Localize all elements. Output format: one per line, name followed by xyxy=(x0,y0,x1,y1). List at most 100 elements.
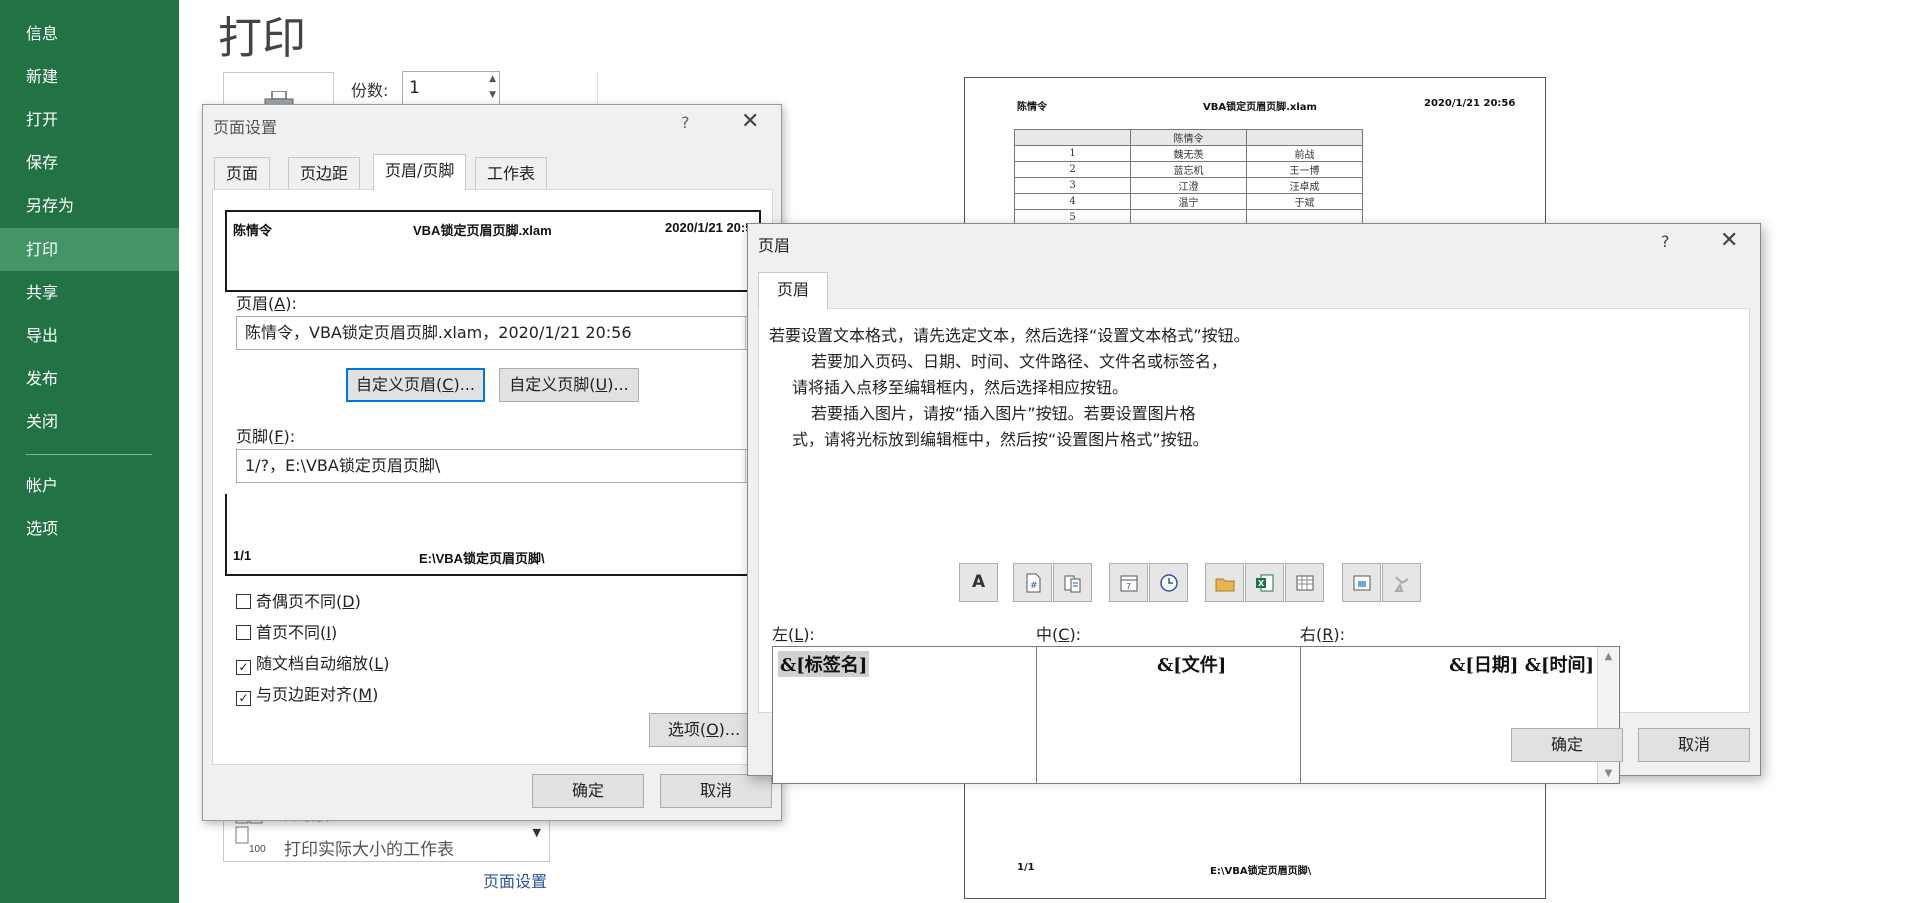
number-of-pages-icon xyxy=(1064,575,1081,593)
tab-sheet[interactable]: 工作表 xyxy=(475,157,548,189)
chevron-down-icon: ▼ xyxy=(532,826,541,839)
footer-select[interactable]: 1/?，E:\VBA锁定页眉页脚\ ▼ xyxy=(236,449,766,483)
nav-export[interactable]: 导出 xyxy=(0,314,179,357)
right-section-editor[interactable]: &[日期] &[时间] ▲ ▼ xyxy=(1300,646,1620,784)
scrollbar[interactable]: ▲▼ xyxy=(1597,647,1619,783)
table-row: 陈情令 xyxy=(1014,129,1363,146)
tab-header-footer[interactable]: 页眉/页脚 xyxy=(373,154,467,190)
scroll-down-icon[interactable]: ▼ xyxy=(1598,768,1619,779)
checkbox-align-margins[interactable]: ✓ 与页边距对齐(M) xyxy=(236,681,378,706)
insert-picture-button[interactable] xyxy=(1342,563,1381,602)
dialog-title: 页眉 xyxy=(758,236,791,255)
dialog-title: 页面设置 xyxy=(213,118,278,137)
time-icon xyxy=(1160,574,1178,592)
tab-margins[interactable]: 页边距 xyxy=(288,157,361,189)
svg-text:7: 7 xyxy=(1126,582,1131,591)
backstage-sidebar: 信息 新建 打开 保存 另存为 打印 共享 导出 发布 关闭 帐户 选项 xyxy=(0,0,179,903)
table-row: 4 温宁 于斌 xyxy=(1014,193,1363,210)
checkbox-first-page-box[interactable] xyxy=(236,625,251,640)
center-section-label: 中(C): xyxy=(1036,625,1082,644)
preview-table: 陈情令 1 魏无羡 前战 2 蓝忘机 王一博 3 江澄 汪卓成 4 温宁 于斌 5 xyxy=(1014,129,1363,226)
header-footer-panel: 陈情令 VBA锁定页眉页脚.xlam 2020/1/21 20:56 页眉(A)… xyxy=(212,189,773,765)
nav-save-as[interactable]: 另存为 xyxy=(0,184,179,227)
nav-divider xyxy=(26,454,152,455)
close-icon[interactable]: ✕ xyxy=(1720,228,1738,253)
insert-time-button[interactable] xyxy=(1149,563,1188,602)
help-icon[interactable]: ? xyxy=(1661,232,1670,251)
nav-save[interactable]: 保存 xyxy=(0,141,179,184)
nav-options[interactable]: 选项 xyxy=(0,507,179,550)
insert-sheet-name-button[interactable] xyxy=(1285,563,1324,602)
center-section-text: &[文件] xyxy=(1157,655,1227,676)
nav-close[interactable]: 关闭 xyxy=(0,400,179,443)
tab-header[interactable]: 页眉 xyxy=(758,272,829,309)
preview-footer-center: E:\VBA锁定页眉页脚\ xyxy=(1210,866,1312,877)
scroll-up-icon[interactable]: ▲ xyxy=(1598,651,1619,662)
footer-preview-center: E:\VBA锁定页眉页脚\ xyxy=(419,551,545,566)
copies-value: 1 xyxy=(409,78,420,98)
header-field-label: 页眉(A): xyxy=(236,294,297,313)
date-icon: 7 xyxy=(1120,575,1138,592)
nav-new[interactable]: 新建 xyxy=(0,55,179,98)
format-text-icon: A xyxy=(972,572,986,592)
instruction-line: 请将插入点移至编辑框内，然后选择相应按钮。 xyxy=(792,378,1129,397)
insert-picture-icon xyxy=(1353,575,1371,591)
spin-down-icon[interactable]: ▼ xyxy=(489,88,496,102)
spin-up-icon[interactable]: ▲ xyxy=(489,72,496,86)
right-section-text: &[日期] &[时间] xyxy=(1449,655,1594,676)
scaling-description: 打印实际大小的工作表 xyxy=(284,840,454,860)
instruction-line: 若要设置文本格式，请先选定文本，然后选择“设置文本格式”按钮。 xyxy=(769,326,1250,345)
cancel-button[interactable]: 取消 xyxy=(1638,728,1750,762)
header-select-value: 陈情令，VBA锁定页眉页脚.xlam，2020/1/21 20:56 xyxy=(245,323,632,342)
header-preview-center: VBA锁定页眉页脚.xlam xyxy=(413,223,552,238)
svg-text:#: # xyxy=(1030,581,1038,591)
table-row: 1 魏无羡 前战 xyxy=(1014,145,1363,162)
ok-button[interactable]: 确定 xyxy=(532,774,644,808)
file-path-icon xyxy=(1215,578,1235,592)
checkmark-icon[interactable]: ✓ xyxy=(236,660,251,675)
custom-footer-button[interactable]: 自定义页脚(U)... xyxy=(499,368,639,402)
preview-footer-left: 1/1 xyxy=(1017,862,1035,873)
tab-page[interactable]: 页面 xyxy=(214,157,271,189)
file-name-icon: X xyxy=(1256,574,1274,592)
format-picture-icon xyxy=(1394,576,1409,592)
page-setup-link[interactable]: 页面设置 xyxy=(483,868,547,892)
page-number-icon: # xyxy=(1026,573,1041,593)
copies-input[interactable]: 1 ▲ ▼ xyxy=(402,71,500,106)
header-select[interactable]: 陈情令，VBA锁定页眉页脚.xlam，2020/1/21 20:56 ▼ xyxy=(236,316,766,350)
cancel-button[interactable]: 取消 xyxy=(660,774,772,808)
instruction-line: 若要插入图片，请按“插入图片”按钮。若要设置图片格 xyxy=(811,404,1196,423)
options-button[interactable]: 选项(O)... xyxy=(649,713,759,747)
checkbox-odd-even-box[interactable] xyxy=(236,594,251,609)
insert-file-path-button[interactable] xyxy=(1205,563,1244,602)
format-picture-button[interactable] xyxy=(1382,563,1421,602)
insert-page-count-button[interactable] xyxy=(1053,563,1092,602)
nav-info[interactable]: 信息 xyxy=(0,12,179,55)
left-section-text: &[标签名] xyxy=(778,651,870,677)
right-section-label: 右(R): xyxy=(1300,625,1346,644)
left-section-label: 左(L): xyxy=(772,625,815,644)
insert-page-number-button[interactable]: # xyxy=(1013,563,1052,602)
checkmark-icon[interactable]: ✓ xyxy=(236,691,251,706)
format-text-button[interactable]: A xyxy=(959,563,998,602)
checkbox-odd-even[interactable]: 奇偶页不同(D) xyxy=(236,588,361,612)
nav-open[interactable]: 打开 xyxy=(0,98,179,141)
close-icon[interactable]: ✕ xyxy=(741,109,759,134)
footer-select-value: 1/?，E:\VBA锁定页眉页脚\ xyxy=(245,456,441,475)
ok-button[interactable]: 确定 xyxy=(1511,728,1623,762)
insert-file-name-button[interactable]: X xyxy=(1245,563,1284,602)
custom-header-button[interactable]: 自定义页眉(C)... xyxy=(346,368,485,402)
nav-share[interactable]: 共享 xyxy=(0,271,179,314)
nav-print[interactable]: 打印 xyxy=(0,228,179,271)
header-preview-left: 陈情令 xyxy=(233,223,273,238)
nav-account[interactable]: 帐户 xyxy=(0,464,179,507)
preview-header-center: VBA锁定页眉页脚.xlam xyxy=(1203,102,1317,113)
instruction-line: 式，请将光标放到编辑框中，然后按“设置图片格式”按钮。 xyxy=(792,430,1209,449)
insert-date-button[interactable]: 7 xyxy=(1109,563,1148,602)
header-preview: 陈情令 VBA锁定页眉页脚.xlam 2020/1/21 20:56 xyxy=(225,210,761,292)
checkbox-first-page[interactable]: 首页不同(I) xyxy=(236,619,337,643)
nav-publish[interactable]: 发布 xyxy=(0,357,179,400)
checkbox-scale-with-doc[interactable]: ✓ 随文档自动缩放(L) xyxy=(236,650,389,675)
svg-text:X: X xyxy=(1258,579,1265,588)
help-icon[interactable]: ? xyxy=(681,113,690,132)
